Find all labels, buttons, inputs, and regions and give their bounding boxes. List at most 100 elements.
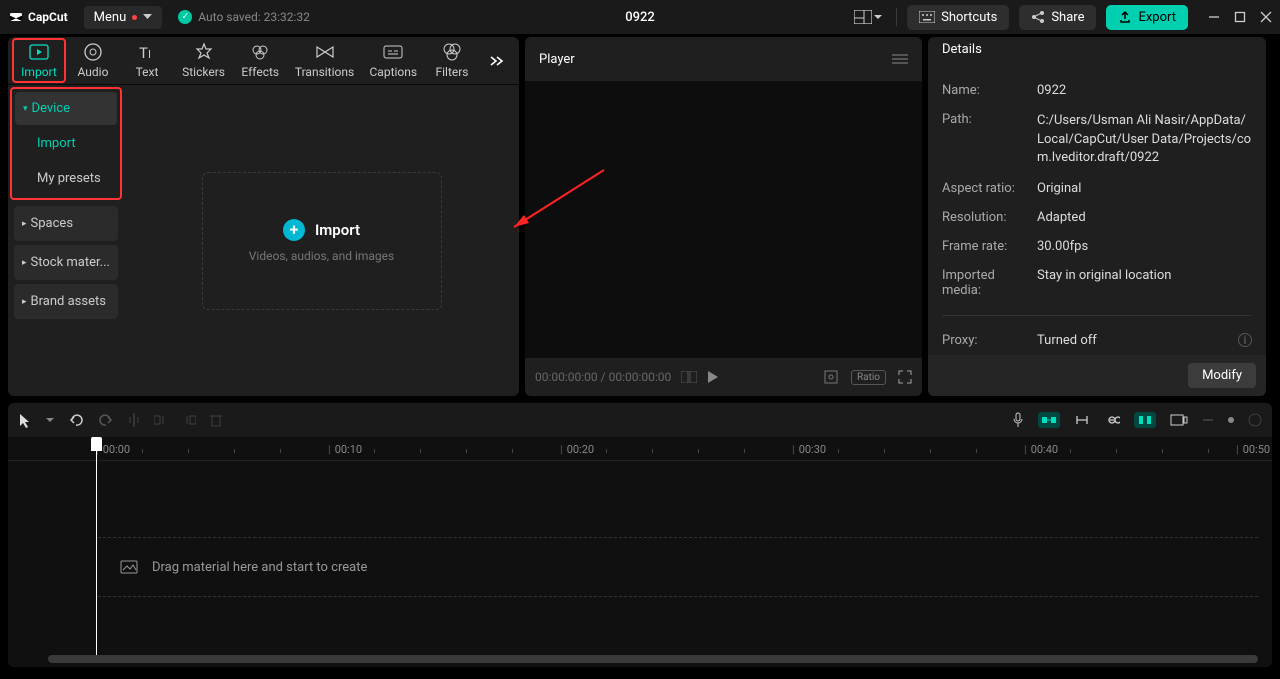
- modify-button[interactable]: Modify: [1188, 363, 1256, 388]
- tab-filters[interactable]: Filters: [425, 38, 479, 83]
- auto-snap-icon[interactable]: [1074, 414, 1090, 426]
- delete-left-icon[interactable]: [154, 413, 168, 427]
- detail-label: Aspect ratio:: [942, 181, 1037, 196]
- plus-icon: +: [283, 219, 305, 241]
- tab-label: Text: [136, 65, 159, 79]
- app-name: CapCut: [28, 10, 68, 24]
- tab-text[interactable]: TI Text: [120, 38, 174, 83]
- delete-icon[interactable]: [210, 413, 222, 427]
- menu-label: Menu: [94, 10, 127, 25]
- svg-text:I: I: [148, 48, 151, 60]
- minimize-button[interactable]: [1208, 11, 1220, 23]
- app-logo: CapCut: [8, 9, 68, 25]
- layout-icon[interactable]: [850, 6, 886, 28]
- tab-captions[interactable]: Captions: [362, 38, 425, 83]
- tabs-more-button[interactable]: [479, 55, 515, 67]
- ratio-button[interactable]: Ratio: [851, 370, 886, 385]
- detail-value: Stay in original location: [1037, 268, 1252, 298]
- capcut-logo-icon: [8, 9, 24, 25]
- caret-right-icon: ▸: [22, 297, 27, 307]
- main-track-magnet-toggle[interactable]: [1038, 412, 1060, 428]
- info-icon[interactable]: i: [1238, 333, 1252, 347]
- tab-label: Transitions: [295, 65, 354, 79]
- timeline[interactable]: 00:00 00:10 00:20 00:30 00:40 00:50 Drag…: [8, 437, 1272, 667]
- linkage-icon[interactable]: [1104, 415, 1120, 425]
- tab-stickers[interactable]: Stickers: [174, 38, 233, 83]
- shortcuts-label: Shortcuts: [941, 10, 997, 25]
- maximize-button[interactable]: [1234, 11, 1246, 23]
- compare-icon[interactable]: [681, 371, 697, 383]
- selection-tool-icon[interactable]: [18, 412, 32, 428]
- sidebar-item-device[interactable]: ▾ Device: [15, 92, 117, 125]
- sidebar-label: Spaces: [31, 216, 74, 231]
- check-icon: ✓: [178, 10, 192, 24]
- sidebar-item-import[interactable]: Import: [15, 127, 117, 160]
- split-icon[interactable]: [128, 413, 140, 427]
- scrollbar-thumb[interactable]: [48, 655, 1258, 663]
- title-bar-right: Shortcuts Share Export: [850, 5, 1272, 30]
- ruler-tick: 00:50: [1236, 443, 1270, 456]
- close-button[interactable]: [1260, 11, 1272, 23]
- menu-button[interactable]: Menu: [84, 6, 163, 29]
- sidebar-item-brand[interactable]: ▸ Brand assets: [14, 284, 118, 319]
- main-body: Import Audio TI Text Stickers Effects Tr…: [0, 34, 1280, 399]
- timeline-drop-hint[interactable]: Drag material here and start to create: [98, 537, 1258, 597]
- redo-icon[interactable]: [98, 413, 114, 427]
- tab-label: Effects: [241, 65, 279, 79]
- svg-text:T: T: [139, 44, 148, 60]
- detail-row-name: Name: 0922: [942, 76, 1252, 105]
- media-icon: [120, 560, 138, 574]
- detail-row-resolution: Resolution: Adapted: [942, 203, 1252, 232]
- playhead-handle[interactable]: [91, 437, 102, 451]
- caret-right-icon: ▸: [22, 258, 27, 268]
- detail-value: C:/Users/Usman Ali Nasir/AppData/Local/C…: [1037, 112, 1252, 167]
- share-button[interactable]: Share: [1019, 5, 1096, 30]
- timeline-scrollbar[interactable]: [48, 655, 1258, 663]
- chevron-down-icon: [143, 14, 152, 20]
- preview-axis-toggle[interactable]: [1134, 412, 1156, 428]
- sidebar-item-presets[interactable]: My presets: [15, 162, 117, 195]
- delete-right-icon[interactable]: [182, 413, 196, 427]
- selection-dropdown-icon[interactable]: [46, 418, 54, 423]
- tab-effects[interactable]: Effects: [233, 38, 287, 83]
- media-tabs: Import Audio TI Text Stickers Effects Tr…: [8, 37, 519, 85]
- cover-icon[interactable]: [1170, 414, 1188, 426]
- detail-label: Imported media:: [942, 268, 1037, 298]
- detail-value: Adapted: [1037, 210, 1252, 225]
- sidebar-item-stock[interactable]: ▸ Stock mater...: [14, 245, 118, 280]
- sidebar-label: Import: [37, 136, 76, 151]
- export-button[interactable]: Export: [1106, 5, 1188, 30]
- undo-icon[interactable]: [68, 413, 84, 427]
- zoom-out-icon[interactable]: [1202, 414, 1214, 426]
- filters-icon: [442, 42, 462, 62]
- shortcuts-button[interactable]: Shortcuts: [907, 5, 1009, 30]
- ruler-tick: 00:40: [1024, 443, 1058, 456]
- detail-label: Resolution:: [942, 210, 1037, 225]
- details-panel: Details Name: 0922 Path: C:/Users/Usman …: [928, 37, 1266, 396]
- window-controls: [1208, 11, 1272, 23]
- player-viewport[interactable]: [525, 81, 922, 358]
- tab-transitions[interactable]: Transitions: [287, 38, 361, 83]
- player-menu-icon[interactable]: [892, 53, 908, 65]
- scale-icon[interactable]: [823, 369, 839, 385]
- zoom-fit-icon[interactable]: [1248, 413, 1262, 427]
- playhead[interactable]: [96, 437, 97, 659]
- sidebar-label: My presets: [37, 171, 101, 186]
- fullscreen-icon[interactable]: [898, 370, 912, 384]
- detail-value: 30.00fps: [1037, 239, 1252, 254]
- play-button[interactable]: [707, 370, 719, 384]
- tab-audio[interactable]: Audio: [66, 38, 120, 83]
- detail-row-proxy: Proxy: Turned off i: [942, 326, 1252, 355]
- notification-dot-icon: [132, 15, 137, 20]
- sidebar-label: Device: [32, 101, 71, 116]
- zoom-slider[interactable]: [1228, 417, 1234, 423]
- player-controls: 00:00:00:00 / 00:00:00:00 Ratio: [525, 358, 922, 396]
- sidebar-item-spaces[interactable]: ▸ Spaces: [14, 206, 118, 241]
- mic-icon[interactable]: [1012, 412, 1024, 428]
- import-title: Import: [315, 221, 360, 239]
- details-footer: Modify: [928, 355, 1266, 396]
- tab-import[interactable]: Import: [12, 38, 66, 83]
- detail-row-imported: Imported media: Stay in original locatio…: [942, 261, 1252, 305]
- import-drop-zone[interactable]: + Import Videos, audios, and images: [202, 172, 442, 310]
- timeline-ruler[interactable]: 00:00 00:10 00:20 00:30 00:40 00:50: [8, 437, 1272, 461]
